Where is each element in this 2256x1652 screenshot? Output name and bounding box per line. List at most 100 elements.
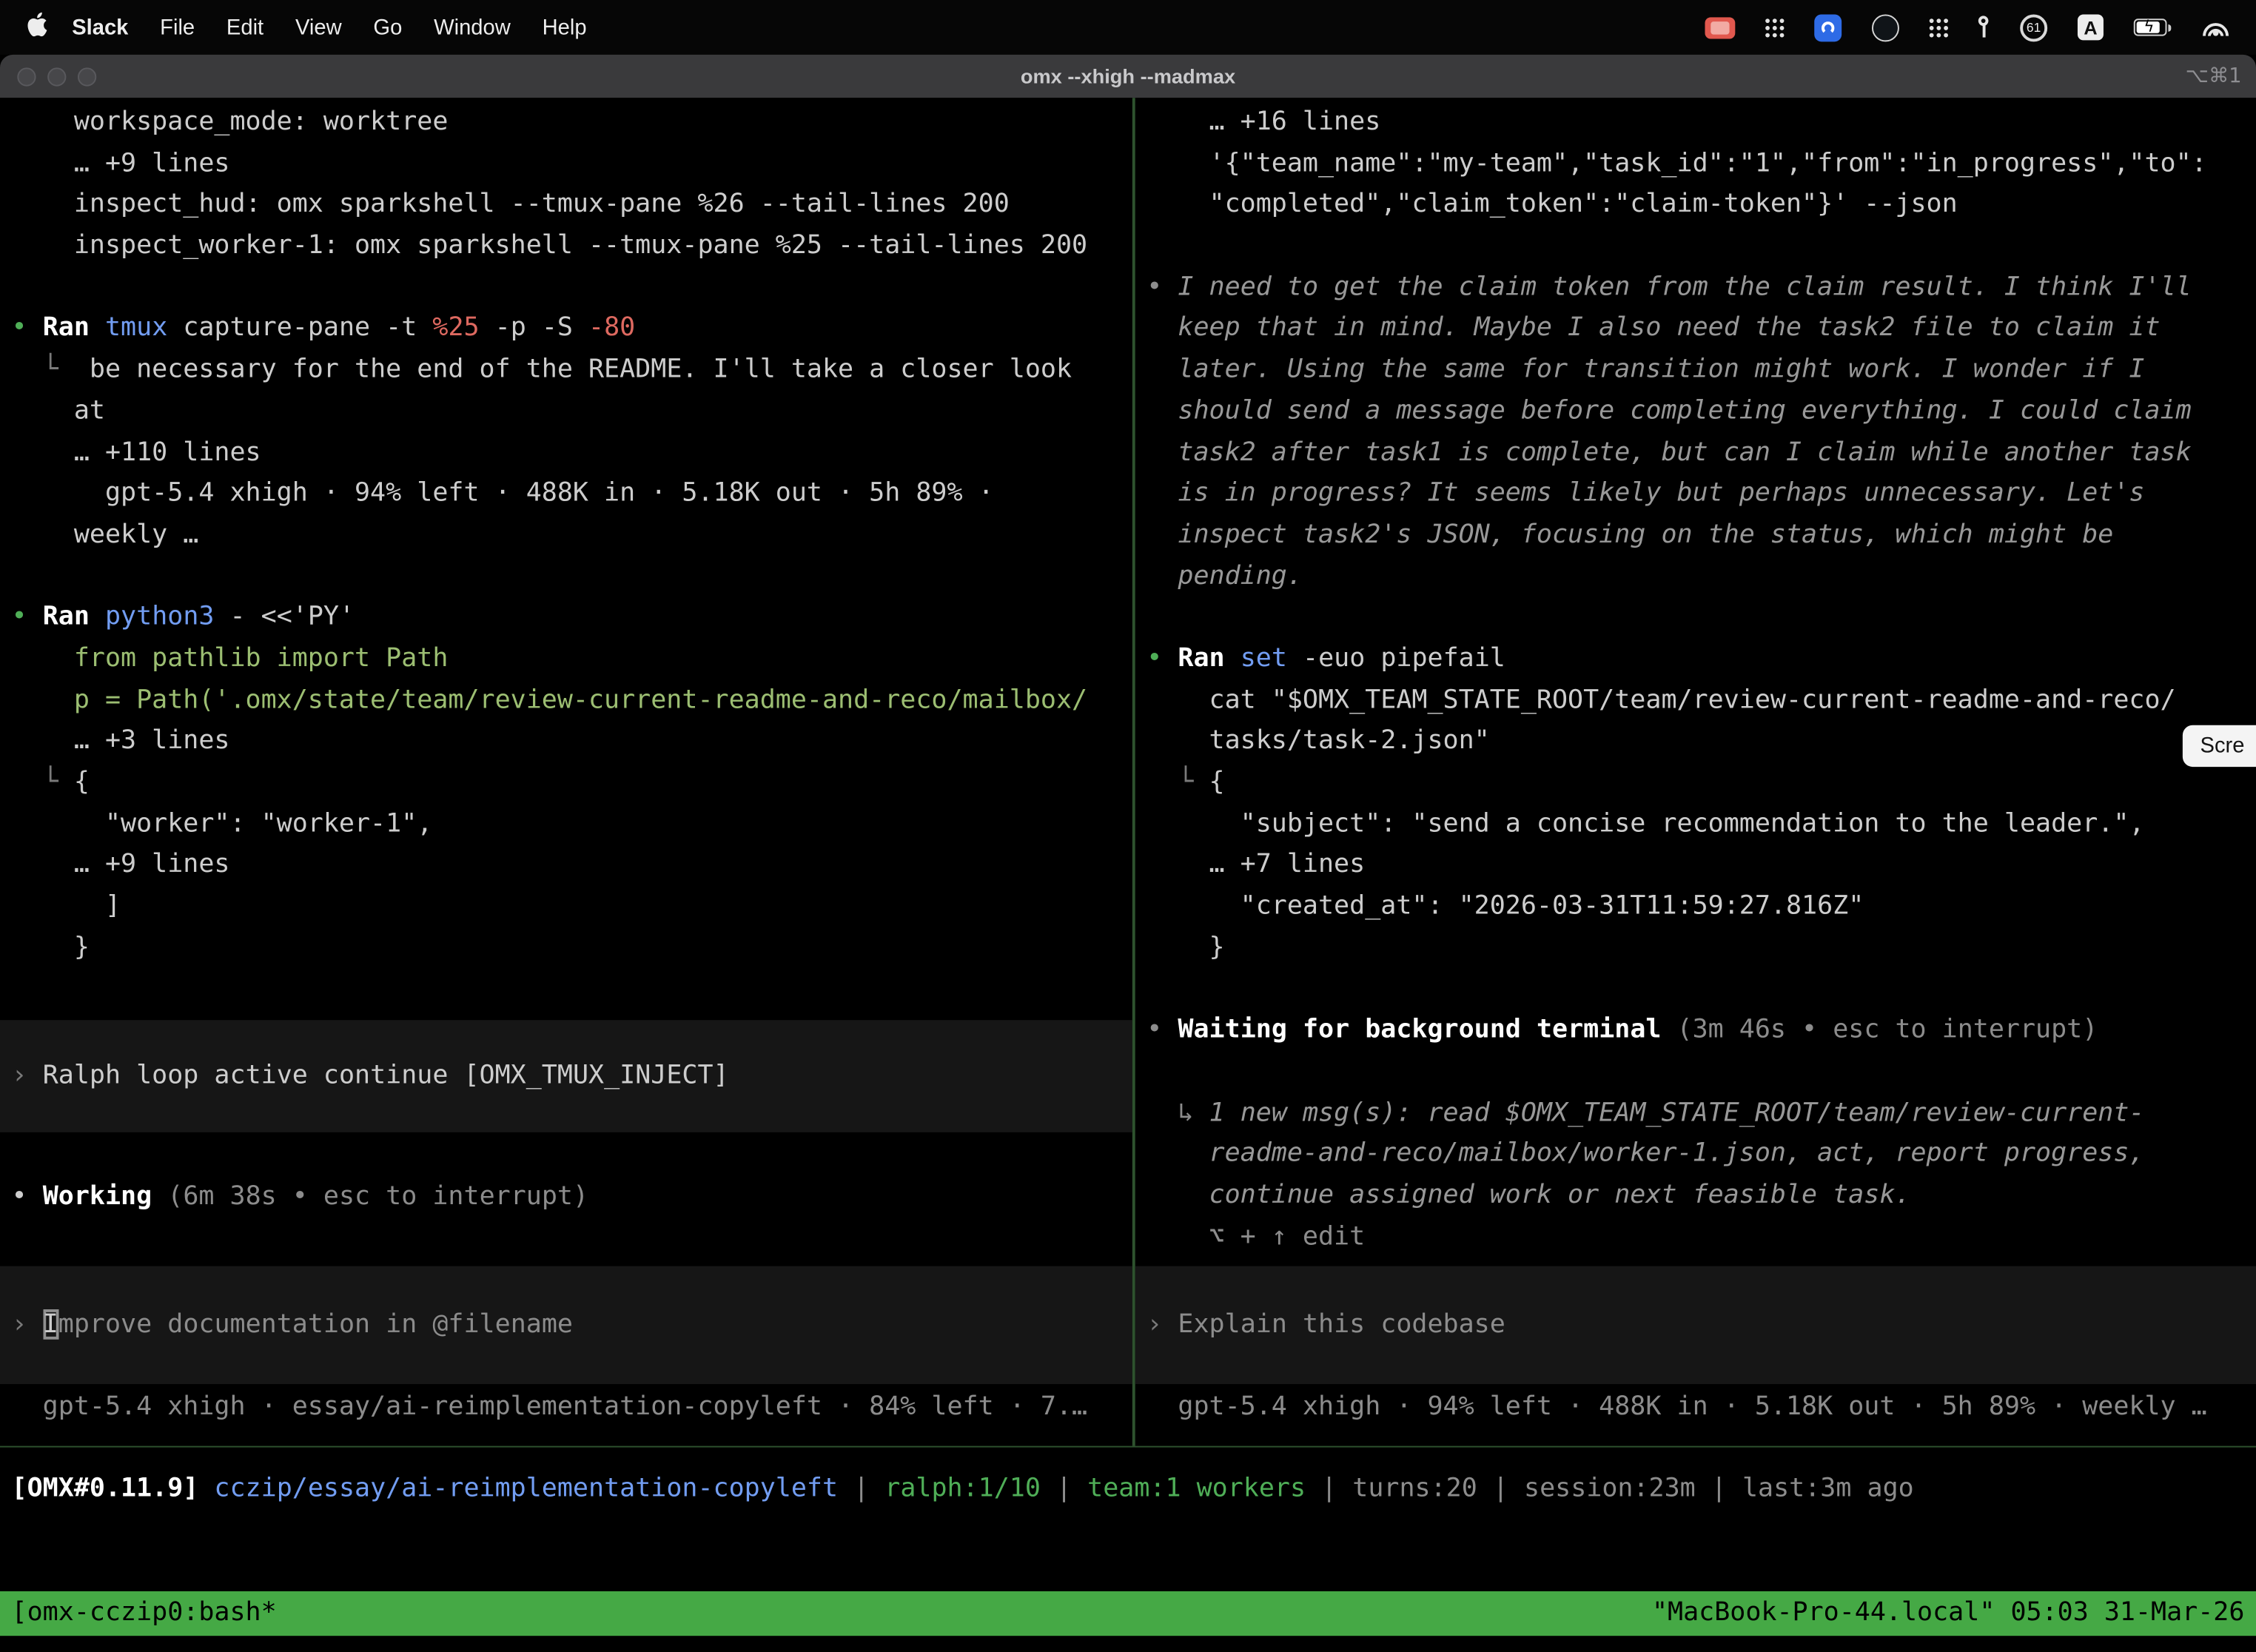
text-segment: "subject": "send a concise recommendatio… (1147, 808, 2144, 839)
text-segment: └ (12, 767, 74, 797)
menu-item-file[interactable]: File (144, 15, 211, 39)
text-segment: { (74, 767, 90, 797)
text-segment: be necessary for the end of the README. … (90, 354, 1072, 384)
menu-item-help[interactable]: Help (526, 15, 602, 39)
text-segment: at (12, 395, 105, 426)
tmux-host-clock-label: "MacBook-Pro-44.local" 05:03 31-Mar-26 (1652, 1593, 2245, 1634)
text-segment: session:23m (1524, 1474, 1696, 1504)
text-segment: … +7 lines (1147, 850, 1365, 880)
terminal-line: • Ran set -euo pipefail (1135, 639, 2256, 680)
text-segment: is in progress? It seems likely but perh… (1147, 478, 2144, 508)
text-segment: task2 after task1 is complete, but can I… (1147, 437, 2191, 467)
terminal-line: … +7 lines (1135, 845, 2256, 887)
text-segment: • (12, 1182, 43, 1212)
text-segment: continue assigned work or next feasible … (1147, 1180, 1910, 1210)
text-segment: Waiting for background terminal (1178, 1015, 1676, 1045)
text-segment: mprove documentation in @filename (58, 1309, 573, 1339)
terminal-line: inspect_hud: omx sparkshell --tmux-pane … (0, 185, 1132, 226)
text-segment: [OMX#0.11.9] (12, 1474, 199, 1504)
terminal-line: readme-and-reco/mailbox/worker-1.json, a… (1135, 1134, 2256, 1175)
text-segment: workspace_mode: worktree (12, 107, 449, 137)
injected-command-band[interactable]: › Ralph loop active continue [OMX_TMUX_I… (0, 1021, 1132, 1133)
terminal-line: └ be necessary for the end of the README… (0, 350, 1132, 392)
pane-right[interactable]: … +16 lines '{"team_name":"my-team","tas… (1135, 98, 2256, 1446)
terminal[interactable]: workspace_mode: worktree … +9 lines insp… (0, 98, 2256, 1651)
text-segment: Ran (43, 313, 105, 343)
horizontal-pane-divider (0, 1446, 2256, 1448)
battery-body: ϟ (2134, 19, 2167, 36)
text-segment: | (838, 1474, 884, 1504)
text-segment: I (43, 1309, 58, 1339)
terminal-line: continue assigned work or next feasible … (1135, 1175, 2256, 1217)
text-segment: capture-pane -t (183, 313, 432, 343)
wifi-icon[interactable] (2201, 19, 2230, 36)
window-titlebar[interactable]: omx --xhigh --madmax ⌥⌘1 (0, 55, 2256, 98)
text-segment: … +9 lines (12, 148, 230, 178)
menu-item-window[interactable]: Window (418, 15, 526, 39)
menu-item-edit[interactable]: Edit (211, 15, 280, 39)
text-segment: -p -S (480, 313, 588, 343)
charging-bolt-icon: ϟ (2143, 16, 2154, 35)
text-segment: | (1041, 1474, 1087, 1504)
notification-text: Scre (2200, 733, 2244, 758)
text-segment (198, 1474, 214, 1504)
text-segment: • (1147, 643, 1178, 674)
input-source-badge[interactable]: A (2078, 14, 2104, 40)
terminal-line (0, 556, 1132, 597)
apple-menu[interactable] (26, 12, 47, 44)
text-segment: gpt-5.4 xhigh · 94% left · 488K in · 5.1… (12, 478, 994, 508)
terminal-line: at (0, 391, 1132, 432)
text-segment: tmux (105, 313, 183, 343)
menu-item-slack[interactable]: Slack (56, 15, 144, 39)
dark-app-icon[interactable] (1872, 13, 1899, 41)
pane-left[interactable]: workspace_mode: worktree … +9 lines insp… (0, 98, 1132, 1446)
pane-left-status-line: gpt-5.4 xhigh · essay/ai-reimplementatio… (0, 1388, 1132, 1429)
terminal-line (1135, 969, 2256, 1010)
terminal-line: '{"team_name":"my-team","task_id":"1","f… (1135, 144, 2256, 185)
gauge-badge[interactable]: 61 (2020, 13, 2047, 41)
text-segment: p = Path('.omx/state/team/review-current… (12, 685, 1088, 715)
pane-left-composer[interactable]: › Improve documentation in @filename (0, 1266, 1132, 1384)
menu-item-go[interactable]: Go (357, 15, 418, 39)
terminal-line: › Ralph loop active continue [OMX_TMUX_I… (0, 1056, 729, 1098)
text-segment: later. Using the same for transition mig… (1147, 354, 2144, 384)
battery-tip (2168, 24, 2171, 31)
text-segment: Ran (1178, 643, 1240, 674)
terminal-line: ] (0, 887, 1132, 928)
text-segment: └ (12, 354, 90, 384)
text-segment: • (12, 313, 43, 343)
omx-status-line: [OMX#0.11.9] cczip/essay/ai-reimplementa… (12, 1469, 1914, 1511)
terminal-line: • I need to get the claim token from the… (1135, 267, 2256, 309)
text-segment: tasks/task-2.json" (1147, 725, 1489, 756)
menu-bar: SlackFileEditViewGoWindowHelp 61 A ϟ (0, 0, 2256, 55)
screen-recording-indicator-icon[interactable] (1705, 16, 1735, 38)
terminal-line: ⌥ + ↑ edit (1135, 1217, 2256, 1258)
menu-item-view[interactable]: View (280, 15, 357, 39)
text-segment: › (12, 1309, 43, 1339)
text-segment: Ran (43, 602, 105, 632)
terminal-line: task2 after task1 is complete, but can I… (1135, 432, 2256, 474)
text-segment: } (1147, 932, 1224, 962)
terminal-line: tasks/task-2.json" (1135, 721, 2256, 762)
key-icon[interactable] (1978, 16, 1990, 38)
text-segment: Explain this codebase (1178, 1309, 1505, 1339)
terminal-line (1135, 226, 2256, 267)
text-segment: Working (43, 1182, 168, 1212)
text-segment: › (12, 1061, 43, 1091)
text-segment: '{"team_name":"my-team","task_id":"1","f… (1147, 148, 2206, 178)
pane-right-composer[interactable]: › Explain this codebase (1135, 1266, 2256, 1384)
text-segment: cat "$OMX_TEAM_STATE_ROOT/team/review-cu… (1147, 685, 2175, 715)
grid-icon[interactable] (1765, 18, 1784, 36)
blue-app-icon[interactable] (1814, 13, 1842, 41)
terminal-line: "completed","claim_token":"claim-token"}… (1135, 185, 2256, 226)
text-segment: - <<'PY' (230, 602, 355, 632)
text-segment: • (12, 602, 43, 632)
dots-grid-icon[interactable] (1930, 18, 1948, 36)
text-segment: inspect_worker-1: omx sparkshell --tmux-… (12, 230, 1088, 261)
notification-toast[interactable]: Scre (2183, 725, 2256, 767)
text-segment: gpt-5.4 xhigh · essay/ai-reimplementatio… (12, 1391, 1088, 1422)
battery-icon[interactable]: ϟ (2134, 19, 2172, 36)
text-segment: └ (1147, 767, 1209, 797)
text-segment: | (1477, 1474, 1524, 1504)
terminal-line: "subject": "send a concise recommendatio… (1135, 804, 2256, 845)
